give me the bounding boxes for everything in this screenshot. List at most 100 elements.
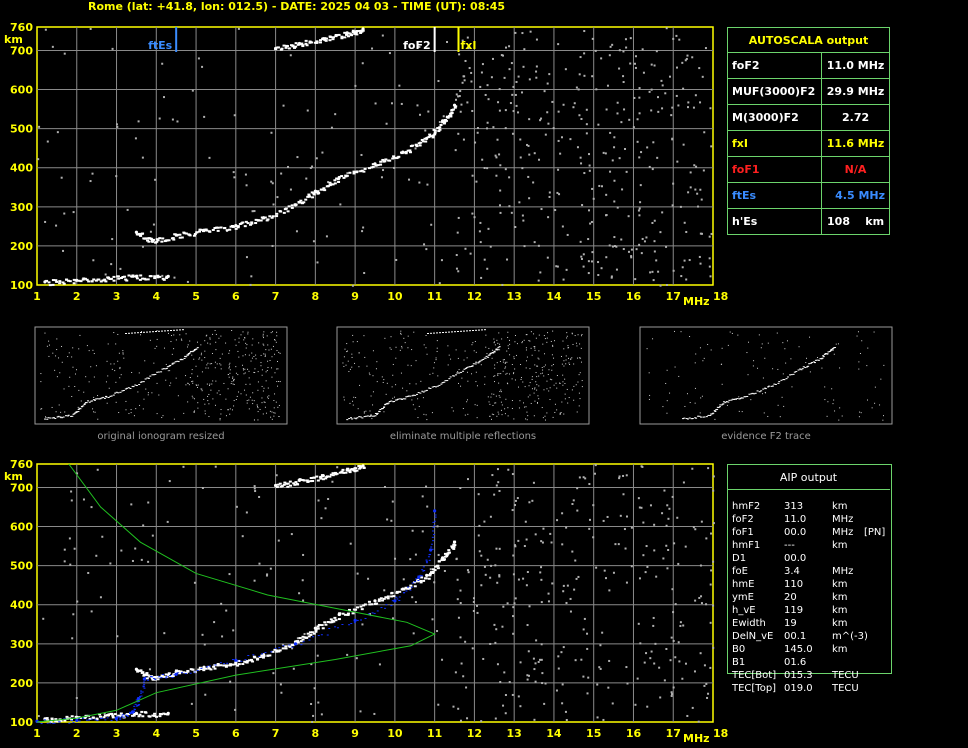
aip-value: 11.0: [784, 514, 807, 525]
thumbnail-noise: [383, 411, 385, 413]
thumbnail-trace: [783, 379, 786, 381]
thumbnail-noise: [425, 347, 427, 349]
thumbnail-noise: [873, 331, 875, 333]
thumbnail-noise: [227, 388, 229, 390]
thumbnail-noise: [494, 375, 496, 377]
thumbnail-noise: [228, 376, 230, 378]
thumbnail-noise: [580, 335, 582, 337]
thumbnail-noise: [694, 402, 696, 404]
thumbnail-noise: [489, 415, 491, 417]
thumbnail-noise: [791, 386, 793, 388]
thumbnail-noise: [500, 373, 502, 375]
thumbnail-noise: [549, 399, 551, 401]
thumbnail-noise: [210, 389, 212, 391]
thumbnail-noise: [805, 362, 807, 364]
thumbnail-noise: [499, 343, 501, 345]
thumbnail-trace: [691, 418, 694, 420]
thumbnail-trace: [443, 381, 446, 383]
thumbnail-noise: [433, 362, 435, 364]
thumbnail-noise: [130, 409, 132, 411]
aip-value: 3.4: [784, 566, 800, 577]
thumbnail-noise: [347, 360, 349, 362]
thumbnail-noise: [267, 366, 269, 368]
thumbnail-noise: [215, 341, 217, 343]
thumbnail-noise: [575, 384, 577, 386]
thumbnail-noise: [437, 375, 439, 377]
thumbnail-noise: [874, 402, 876, 404]
thumbnail-noise: [80, 400, 82, 402]
aip-unit: km: [832, 501, 848, 512]
thumbnail-noise: [220, 368, 222, 370]
thumbnail-noise: [464, 414, 466, 416]
thumbnail-noise: [262, 413, 264, 415]
thumbnail-noise: [118, 412, 120, 414]
thumbnail-trace: [134, 332, 136, 334]
thumbnail-trace: [173, 329, 175, 331]
thumbnail-noise: [247, 331, 249, 333]
thumbnail-noise: [125, 409, 127, 411]
thumbnail-noise: [359, 384, 361, 386]
thumbnail-trace: [390, 400, 393, 402]
thumbnail-trace: [722, 401, 725, 403]
thumbnail-noise: [491, 413, 493, 415]
thumbnail-trace: [376, 413, 379, 415]
thumbnail-noise: [165, 363, 167, 365]
thumbnail-noise: [77, 406, 79, 408]
thumbnail-noise: [413, 331, 415, 333]
thumbnail-noise: [356, 341, 358, 343]
thumbnail-noise: [268, 349, 270, 351]
thumbnail-trace: [363, 416, 366, 418]
thumbnail-trace: [82, 405, 85, 407]
thumbnail-noise: [538, 350, 540, 352]
thumbnail-noise: [403, 337, 405, 339]
thumbnail-trace: [143, 331, 145, 333]
thumbnail-noise: [513, 358, 515, 360]
thumbnail-noise: [48, 340, 50, 342]
thumbnail-noise: [353, 396, 355, 398]
thumbnail-noise: [275, 341, 277, 343]
thumbnail-noise: [707, 343, 709, 345]
thumbnail-noise: [191, 369, 193, 371]
thumbnail-trace: [448, 378, 451, 380]
thumbnail-noise: [527, 396, 529, 398]
thumbnail-noise: [276, 368, 278, 370]
thumbnail-noise: [235, 399, 237, 401]
thumbnail-noise: [529, 382, 531, 384]
thumbnail-trace: [46, 418, 49, 420]
thumbnail-trace: [718, 406, 721, 408]
thumbnail-noise: [782, 342, 784, 344]
thumbnail-noise: [233, 384, 235, 386]
thumbnail-noise: [257, 389, 259, 391]
autoscala-value: 2.72: [821, 104, 890, 131]
thumbnail-trace: [167, 330, 169, 332]
thumbnail-noise: [417, 417, 419, 419]
thumbnail-trace: [174, 361, 177, 363]
thumbnail-noise: [179, 334, 181, 336]
thumbnail-noise: [40, 373, 42, 375]
thumbnail-noise: [261, 385, 263, 387]
thumbnail-noise: [145, 388, 147, 390]
thumbnail-trace: [77, 411, 80, 413]
thumbnail-noise: [197, 407, 199, 409]
thumbnail-noise: [113, 332, 115, 334]
thumbnail-trace: [712, 412, 715, 414]
thumbnail-noise: [570, 358, 572, 360]
thumbnail-noise: [760, 347, 762, 349]
thumbnail-noise: [261, 374, 263, 376]
thumbnail-trace: [131, 332, 133, 334]
thumbnail-noise: [59, 372, 61, 374]
thumbnail-noise: [423, 413, 425, 415]
thumbnail-noise: [351, 353, 353, 355]
autoscala-value: N/A: [821, 156, 890, 183]
thumbnail-noise: [493, 342, 495, 344]
thumbnail-noise: [60, 411, 62, 413]
thumbnail-noise: [511, 378, 513, 380]
thumbnail-noise: [165, 379, 167, 381]
thumbnail-noise: [517, 386, 519, 388]
aip-unit: m^(-3): [832, 631, 868, 642]
thumbnail-noise: [233, 400, 235, 402]
thumbnail-noise: [546, 380, 548, 382]
thumbnail-trace: [435, 386, 438, 388]
thumbnail-noise: [784, 348, 786, 350]
thumbnail-noise: [218, 337, 220, 339]
